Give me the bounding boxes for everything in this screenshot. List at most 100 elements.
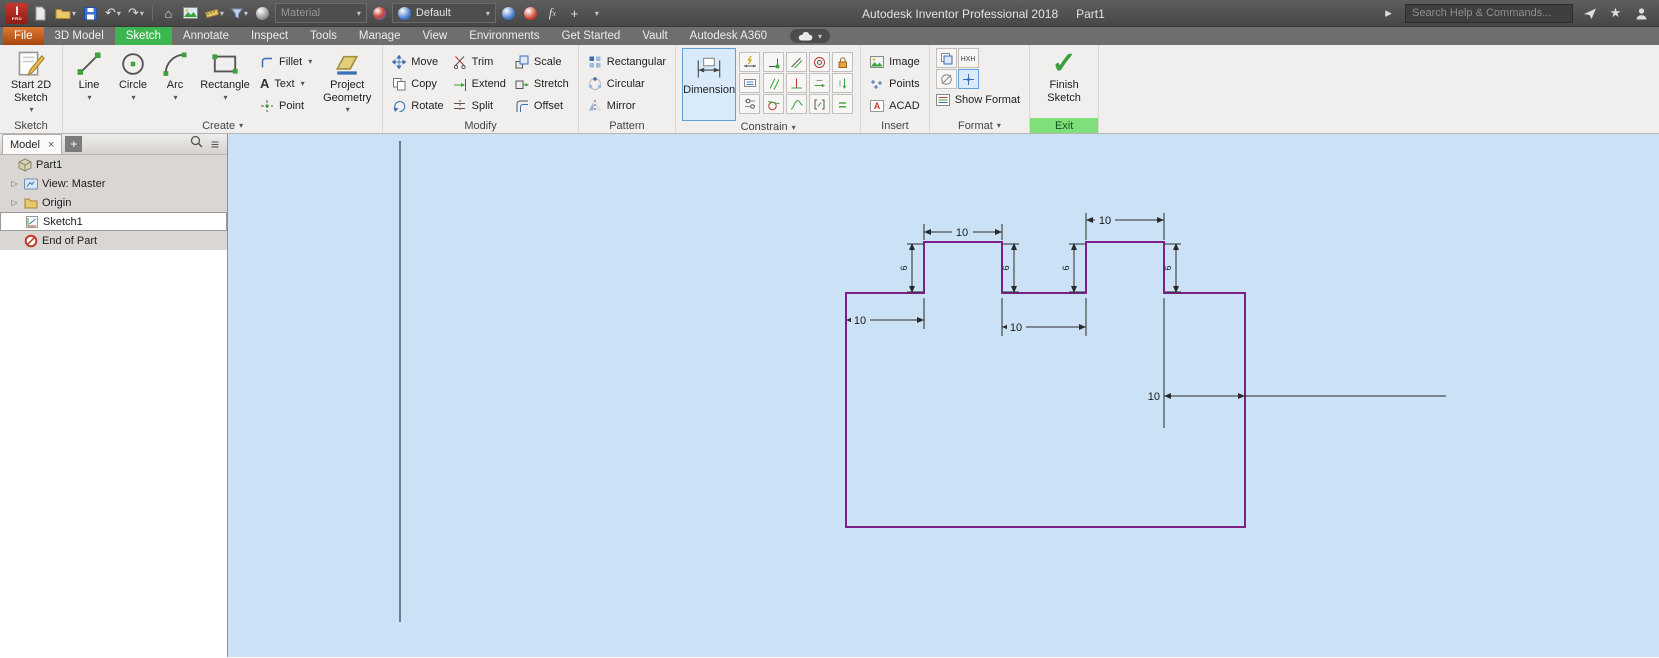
tab-vault[interactable]: Vault [631,27,678,45]
tab-tools[interactable]: Tools [299,27,348,45]
tree-item-sketch1[interactable]: Sketch1 [0,212,227,231]
smooth-constraint-button[interactable] [786,94,808,114]
tree-item-end-of-part[interactable]: End of Part [0,231,227,250]
symmetric-constraint-button[interactable] [809,94,831,114]
lock-constraint-button[interactable] [832,52,854,72]
group-label-create[interactable]: Create ▾ [66,118,379,133]
sketch-profile-outline[interactable] [845,241,1246,528]
appearance-dropdown[interactable]: Default ▾ [391,3,496,23]
construction-toggle-button[interactable] [935,69,957,89]
concentric-constraint-button[interactable] [809,52,831,72]
material-dropdown[interactable]: Material ▾ [274,3,367,23]
rotate-button[interactable]: Rotate [389,96,446,115]
selection-filter-button[interactable]: ▾ [229,3,250,24]
appearance-sphere-button[interactable] [253,3,272,24]
split-button[interactable]: Split [450,96,509,115]
extend-button[interactable]: SplitExtend [450,74,509,93]
add-browser-tab-button[interactable]: + [65,136,83,152]
dim-text-left-offset[interactable]: 10 [854,315,866,327]
arc-button[interactable]: Arc ▾ [157,48,193,102]
project-geometry-button[interactable]: Project Geometry ▾ [318,48,376,114]
horizontal-constraint-button[interactable] [809,73,831,93]
perpendicular-constraint-button[interactable] [786,73,808,93]
trim-button[interactable]: Trim [450,52,509,71]
clear-appearance-button[interactable] [521,3,540,24]
tab-view[interactable]: View [411,27,458,45]
favorites-button[interactable]: ★ [1606,3,1625,24]
auto-dimension-button[interactable] [739,52,761,72]
search-expand-button[interactable]: ▸ [1379,3,1398,24]
coincident-constraint-button[interactable] [763,52,785,72]
show-constraints-button[interactable] [739,73,761,93]
dim-text-height-4[interactable]: 6 [1163,265,1173,270]
sketch-layers-button[interactable] [935,48,957,68]
centerpoint-toggle-button[interactable] [957,69,979,89]
tangent-constraint-button[interactable] [763,94,785,114]
dim-text-right-offset[interactable]: 10 [1148,391,1160,403]
circular-pattern-button[interactable]: Circular [585,74,669,93]
dim-text-height-1[interactable]: 6 [899,265,909,270]
browser-search-button[interactable] [190,135,203,153]
new-file-button[interactable] [31,3,50,24]
tab-3d-model[interactable]: 3D Model [44,27,115,45]
save-button[interactable] [81,3,100,24]
dim-right-offset[interactable] [1163,298,1446,428]
adjust-material-button[interactable] [370,3,389,24]
sketch-canvas[interactable]: 10 10 10 10 10 6 6 6 6 [228,134,1659,657]
redo-button[interactable]: ↷ ▾ [126,3,146,24]
parameters-button[interactable]: fx [543,3,562,24]
customize-toolbar-add-button[interactable]: + [565,3,584,24]
help-search-input[interactable] [1405,3,1573,23]
collinear-constraint-button[interactable] [786,52,808,72]
user-account-button[interactable] [1632,3,1651,24]
a360-sync-button[interactable]: ▾ [790,29,831,43]
tree-item-part1[interactable]: Part1 [0,155,227,174]
scale-button[interactable]: Scale [512,52,572,71]
parallel-constraint-button[interactable] [763,73,785,93]
tab-environments[interactable]: Environments [458,27,550,45]
insert-points-button[interactable]: Points [867,74,923,93]
tree-item-view-master[interactable]: ▷ View: Master [0,174,227,193]
tab-sketch[interactable]: Sketch [114,27,172,45]
text-button[interactable]: A Text ▾ [257,74,315,93]
dim-height-1[interactable] [907,243,923,293]
rectangular-pattern-button[interactable]: Rectangular [585,52,669,71]
home-view-button[interactable]: ⌂ [159,3,178,24]
move-button[interactable]: Move [389,52,446,71]
copy-button[interactable]: Copy [389,74,446,93]
offset-button[interactable]: Offset [512,96,572,115]
iproperties-button[interactable] [181,3,200,24]
group-label-format[interactable]: Format ▾ [933,118,1026,133]
point-button[interactable]: Point [257,96,315,115]
close-icon[interactable]: × [48,139,54,151]
mirror-button[interactable]: Mirror [585,96,669,115]
finish-sketch-button[interactable]: ✓ Finish Sketch [1036,48,1092,104]
constraint-settings-button[interactable] [739,94,761,114]
tab-autodesk-a360[interactable]: Autodesk A360 [679,27,778,45]
tab-inspect[interactable]: Inspect [240,27,299,45]
tab-file[interactable]: File [3,27,44,45]
equal-constraint-button[interactable] [832,94,854,114]
insert-acad-button[interactable]: A ACAD [867,96,923,115]
sign-in-send-button[interactable] [1580,3,1599,24]
line-button[interactable]: Line ▾ [69,48,109,102]
vertical-constraint-button[interactable] [832,73,854,93]
dimension-button[interactable]: Dimension [682,48,737,121]
dim-text-height-3[interactable]: 6 [1061,265,1071,270]
group-label-constrain[interactable]: Constrain ▾ [679,121,857,133]
start-2d-sketch-button[interactable]: Start 2D Sketch ▾ [6,48,56,114]
dim-text-height-2[interactable]: 6 [1001,265,1011,270]
browser-menu-button[interactable]: ≡ [211,136,219,152]
expand-arrow-icon[interactable]: ▷ [10,179,19,188]
expand-arrow-icon[interactable]: ▷ [10,198,19,207]
undo-button[interactable]: ↶ ▾ [103,3,123,24]
adjust-appearance-button[interactable] [499,3,518,24]
stretch-button[interactable]: Stretch [512,74,572,93]
measure-button[interactable]: ▾ [203,3,226,24]
tab-annotate[interactable]: Annotate [172,27,240,45]
dim-text-tab1-width[interactable]: 10 [956,227,968,239]
rectangle-button[interactable]: Rectangle ▾ [196,48,254,102]
circle-button[interactable]: Circle ▾ [112,48,154,102]
dim-text-tab2-width[interactable]: 10 [1099,215,1111,227]
tab-manage[interactable]: Manage [348,27,412,45]
